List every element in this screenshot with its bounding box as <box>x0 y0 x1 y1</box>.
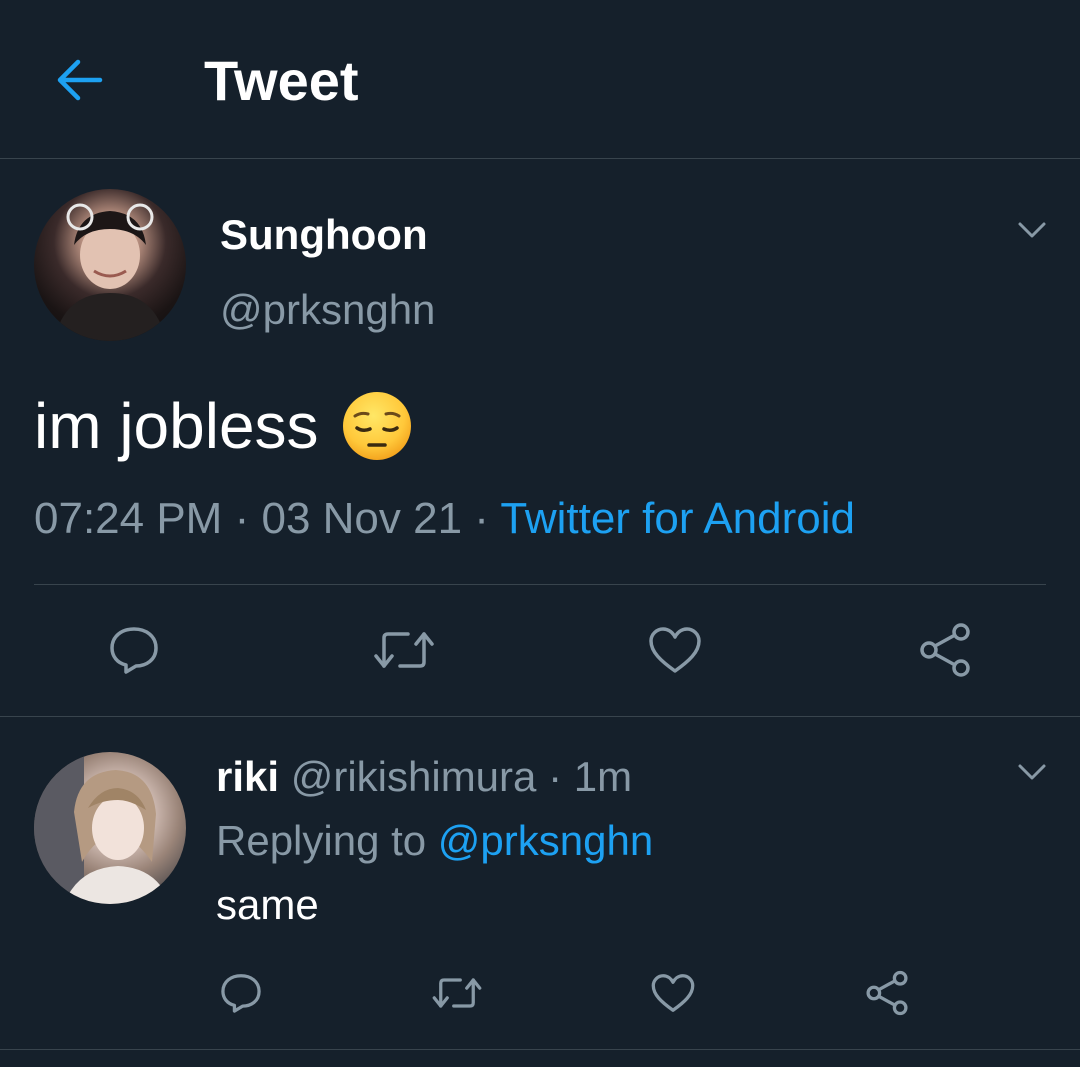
reply-timestamp: 1m <box>573 753 633 800</box>
tweet-source-link[interactable]: Twitter for Android <box>500 494 855 543</box>
like-button[interactable] <box>640 615 710 685</box>
page-title: Tweet <box>204 49 359 112</box>
chevron-down-icon <box>1018 764 1046 780</box>
meta-separator: · <box>474 494 489 543</box>
avatar-image <box>54 203 166 341</box>
like-button[interactable] <box>638 958 708 1028</box>
meta-separator: · <box>234 494 250 543</box>
tweet-detail-screen: Tweet Sunghoon @prksnghn im jobless 07:2… <box>0 0 1080 1067</box>
reply-options-button[interactable] <box>1012 757 1052 787</box>
display-name[interactable]: Sunghoon <box>220 210 428 260</box>
back-button[interactable] <box>46 50 112 110</box>
pensive-face-emoji <box>341 390 413 462</box>
retweet-icon <box>432 978 482 1008</box>
tweet-options-button[interactable] <box>1012 215 1052 245</box>
replying-to-label: Replying to <box>216 817 427 864</box>
divider <box>34 584 1046 585</box>
avatar[interactable] <box>34 752 186 904</box>
divider <box>0 1049 1080 1050</box>
divider <box>0 716 1080 717</box>
heart-icon <box>649 627 701 673</box>
reply-button[interactable] <box>99 615 169 685</box>
chevron-down-icon <box>1018 222 1046 238</box>
reply-user-handle[interactable]: @rikishimura <box>291 753 537 800</box>
retweet-button[interactable] <box>422 958 492 1028</box>
replying-to-mention[interactable]: @prksnghn <box>438 817 653 864</box>
heart-icon <box>651 974 695 1012</box>
tweet-action-bar <box>0 615 1080 685</box>
retweet-icon <box>374 632 434 668</box>
tweet-time: 07:24 PM <box>34 494 223 543</box>
reply-action-bar <box>0 958 1080 1028</box>
reply-text: same <box>216 881 319 928</box>
top-app-bar: Tweet <box>0 0 1080 159</box>
meta-separator: · <box>548 753 563 800</box>
share-icon <box>866 970 908 1016</box>
reply-display-name[interactable]: riki <box>216 753 279 800</box>
tweet-body: im jobless <box>34 388 413 464</box>
share-button[interactable] <box>910 615 980 685</box>
tweet-date: 03 Nov 21 <box>261 494 463 543</box>
replying-to-line: Replying to @prksnghn <box>216 816 653 866</box>
retweet-button[interactable] <box>369 615 439 685</box>
avatar[interactable] <box>34 189 186 341</box>
reply-button[interactable] <box>206 958 276 1028</box>
share-icon <box>920 623 970 677</box>
tweet-meta: 07:24 PM · 03 Nov 21 · Twitter for Andro… <box>34 492 855 546</box>
reply-icon <box>221 974 261 1013</box>
tweet-text: im jobless <box>34 390 319 462</box>
user-handle[interactable]: @prksnghn <box>220 285 435 335</box>
arrow-left-icon <box>57 59 103 101</box>
avatar-image <box>34 752 170 904</box>
share-button[interactable] <box>852 958 922 1028</box>
reply-header: riki @rikishimura · 1m <box>216 752 632 802</box>
reply-icon <box>110 627 158 674</box>
